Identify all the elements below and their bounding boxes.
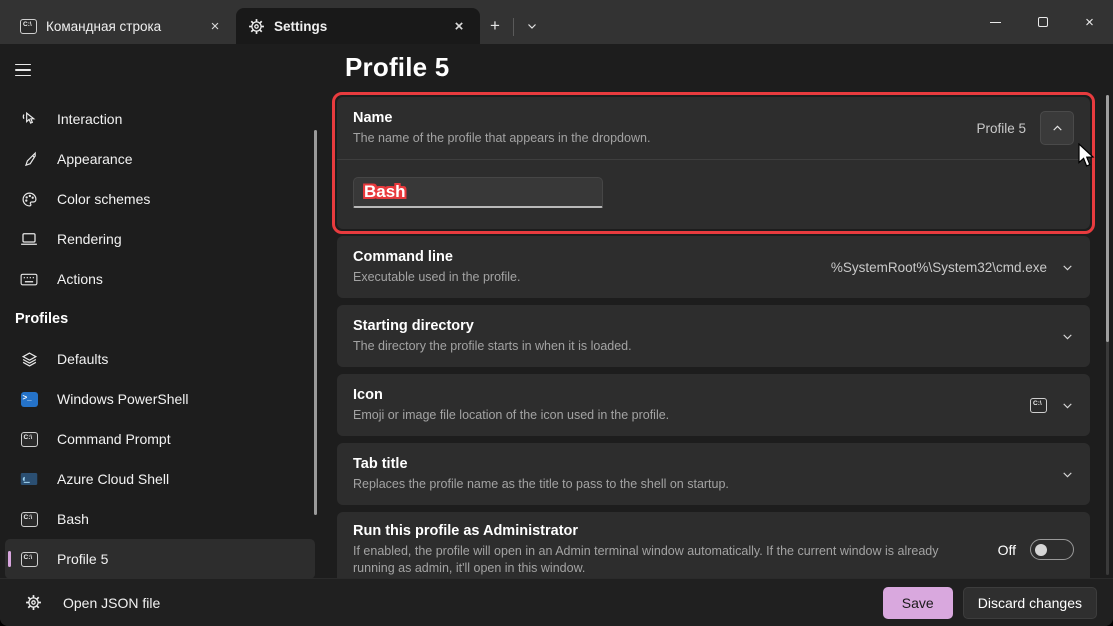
- setting-card-command-line[interactable]: Command line Executable used in the prof…: [337, 236, 1090, 298]
- hamburger-menu-button[interactable]: [8, 55, 42, 85]
- sidebar-item-color-schemes[interactable]: Color schemes: [5, 179, 315, 219]
- sidebar-item-command-prompt[interactable]: C:\ Command Prompt: [5, 419, 315, 459]
- azure-cloud-icon: [20, 470, 38, 488]
- setting-value: %SystemRoot%\System32\cmd.exe: [831, 260, 1047, 275]
- maximize-button[interactable]: [1019, 0, 1066, 44]
- setting-title: Starting directory: [353, 318, 1041, 334]
- sidebar-item-label: Color schemes: [57, 191, 150, 207]
- name-card-header[interactable]: Name The name of the profile that appear…: [337, 97, 1090, 159]
- divider: [513, 18, 514, 36]
- setting-title: Run this profile as Administrator: [353, 523, 978, 539]
- sidebar-item-label: Appearance: [57, 151, 133, 167]
- discard-changes-button[interactable]: Discard changes: [963, 587, 1097, 619]
- setting-title: Tab title: [353, 456, 1041, 472]
- setting-title: Icon: [353, 387, 1010, 403]
- tab-command-prompt[interactable]: C:\ Командная строка ×: [8, 8, 236, 44]
- sidebar-item-label: Rendering: [57, 231, 122, 247]
- sidebar-item-appearance[interactable]: Appearance: [5, 139, 315, 179]
- defaults-icon: [20, 350, 38, 368]
- sidebar-item-label: Bash: [57, 511, 89, 527]
- sidebar-item-label: Azure Cloud Shell: [57, 471, 169, 487]
- close-button[interactable]: ×: [1066, 0, 1113, 44]
- setting-description: Emoji or image file location of the icon…: [353, 407, 1010, 424]
- selection-accent-indicator: [8, 551, 11, 567]
- toggle-state-label: Off: [998, 542, 1016, 558]
- tab-label: Settings: [274, 19, 439, 34]
- gear-icon: [25, 594, 42, 611]
- actions-icon: [20, 270, 38, 288]
- gear-icon: [248, 18, 265, 35]
- open-json-file-button[interactable]: Open JSON file: [25, 594, 160, 611]
- setting-card-tab-title[interactable]: Tab title Replaces the profile name as t…: [337, 443, 1090, 505]
- terminal-settings-window: C:\ Командная строка × Settings × + ×: [0, 0, 1113, 626]
- admin-toggle-switch[interactable]: [1030, 539, 1074, 560]
- sidebar-item-windows-powershell[interactable]: >_ Windows PowerShell: [5, 379, 315, 419]
- sidebar-item-bash[interactable]: C:\ Bash: [5, 499, 315, 539]
- chevron-down-icon[interactable]: [1061, 330, 1074, 343]
- sidebar-item-interaction[interactable]: Interaction: [5, 99, 315, 139]
- setting-description: Executable used in the profile.: [353, 269, 811, 286]
- chevron-down-icon[interactable]: [1061, 399, 1074, 412]
- profile-name-input[interactable]: Bash: [353, 177, 603, 208]
- interaction-icon: [20, 110, 38, 128]
- maximize-icon: [1038, 17, 1048, 27]
- footer-bar: Open JSON file Save Discard changes: [0, 578, 1113, 626]
- settings-content: Profile 5 Name The name of the profile t…: [330, 44, 1113, 578]
- settings-sidebar: Interaction Appearance Color schemes: [0, 44, 330, 578]
- tab-label: Командная строка: [46, 19, 195, 34]
- setting-description: The name of the profile that appears in …: [353, 130, 956, 147]
- minimize-icon: [990, 22, 1001, 23]
- setting-description: The directory the profile starts in when…: [353, 338, 1041, 355]
- profile-icon-preview: C:\: [1030, 398, 1047, 413]
- sidebar-item-label: Command Prompt: [57, 431, 171, 447]
- save-button[interactable]: Save: [883, 587, 953, 619]
- content-scrollbar-thumb[interactable]: [1106, 95, 1109, 342]
- tab-settings[interactable]: Settings ×: [236, 8, 480, 44]
- sidebar-item-label: Interaction: [57, 111, 122, 127]
- new-tab-button[interactable]: +: [480, 11, 510, 41]
- sidebar-item-defaults[interactable]: Defaults: [5, 339, 315, 379]
- bash-icon: C:\: [20, 510, 38, 528]
- setting-description: Replaces the profile name as the title t…: [353, 476, 1041, 493]
- window-controls: ×: [972, 0, 1113, 44]
- powershell-icon: >_: [20, 390, 38, 408]
- sidebar-item-label: Defaults: [57, 351, 108, 367]
- sidebar-item-label: Actions: [57, 271, 103, 287]
- chevron-down-icon[interactable]: [1061, 261, 1074, 274]
- setting-card-starting-directory[interactable]: Starting directory The directory the pro…: [337, 305, 1090, 367]
- sidebar-item-rendering[interactable]: Rendering: [5, 219, 315, 259]
- collapse-expander-button[interactable]: [1040, 111, 1074, 145]
- sidebar-scrollbar[interactable]: [314, 130, 317, 515]
- close-icon[interactable]: ×: [448, 15, 470, 37]
- open-json-file-label: Open JSON file: [63, 595, 160, 611]
- sidebar-item-actions[interactable]: Actions: [5, 259, 315, 299]
- page-title: Profile 5: [345, 52, 1090, 83]
- minimize-button[interactable]: [972, 0, 1019, 44]
- setting-value: Profile 5: [976, 121, 1026, 136]
- setting-card-icon[interactable]: Icon Emoji or image file location of the…: [337, 374, 1090, 436]
- color-schemes-icon: [20, 190, 38, 208]
- sidebar-item-label: Windows PowerShell: [57, 391, 189, 407]
- toggle-knob: [1035, 544, 1047, 556]
- appearance-icon: [20, 150, 38, 168]
- profiles-section-header: Profiles: [0, 299, 330, 339]
- cmd-icon: C:\: [20, 19, 37, 34]
- titlebar: C:\ Командная строка × Settings × + ×: [0, 0, 1113, 44]
- sidebar-item-profile-5[interactable]: C:\ Profile 5: [5, 539, 315, 579]
- setting-title: Command line: [353, 249, 811, 265]
- cmd-icon: C:\: [20, 430, 38, 448]
- sidebar-item-label: Profile 5: [57, 551, 108, 567]
- setting-title: Name: [353, 110, 956, 126]
- setting-card-run-as-admin: Run this profile as Administrator If ena…: [337, 512, 1090, 578]
- setting-description: If enabled, the profile will open in an …: [353, 543, 978, 577]
- tab-dropdown-button[interactable]: [517, 11, 547, 41]
- profile-icon: C:\: [20, 550, 38, 568]
- setting-card-name: Name The name of the profile that appear…: [337, 97, 1090, 229]
- close-icon[interactable]: ×: [204, 15, 226, 37]
- content-scrollbar[interactable]: [1106, 95, 1109, 575]
- chevron-down-icon[interactable]: [1061, 468, 1074, 481]
- rendering-icon: [20, 230, 38, 248]
- sidebar-item-azure-cloud-shell[interactable]: Azure Cloud Shell: [5, 459, 315, 499]
